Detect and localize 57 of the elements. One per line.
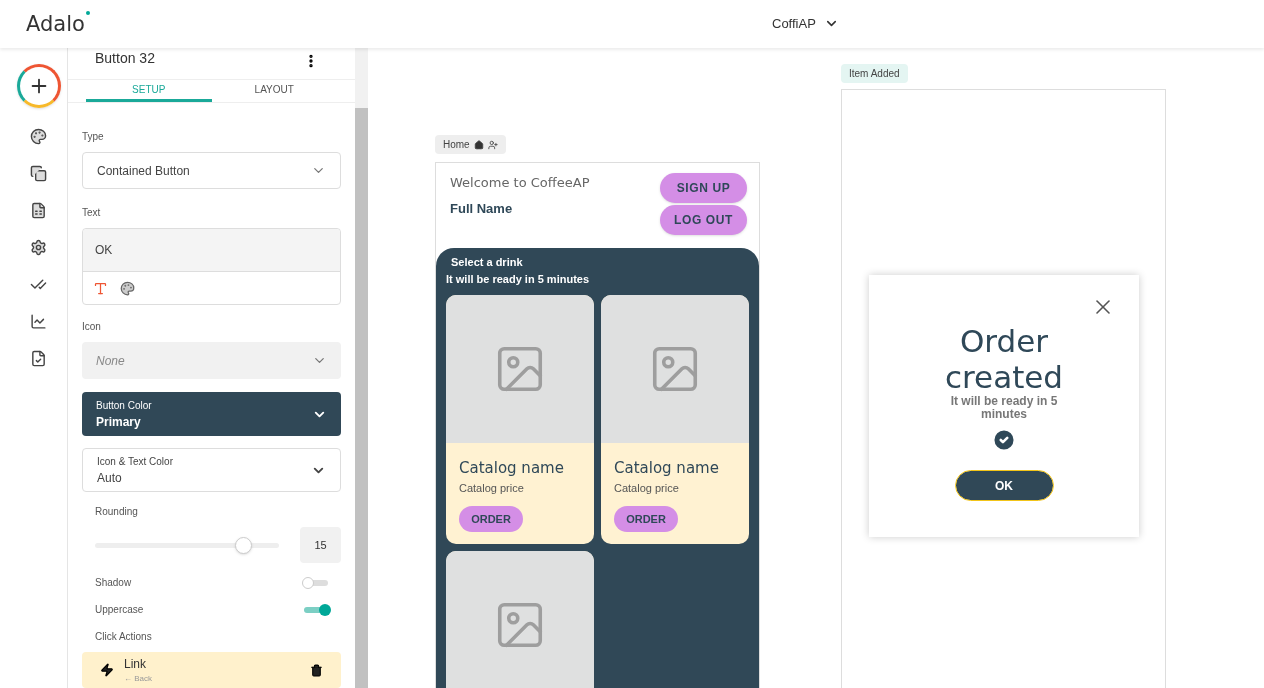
catalog-card[interactable]: Catalog name Catalog price ORDER — [601, 295, 749, 544]
rounding-slider[interactable] — [95, 536, 279, 554]
action-item[interactable]: Link ← Back — [82, 652, 341, 688]
component-name: Button 32 — [95, 49, 155, 68]
app-logo[interactable]: Adalo — [26, 9, 92, 39]
toggle-switch[interactable] — [304, 606, 328, 613]
field-label: Icon — [82, 320, 101, 334]
screen-label[interactable]: Home — [435, 135, 506, 154]
text-input[interactable]: OK — [83, 229, 340, 272]
order-button[interactable]: ORDER — [459, 506, 523, 532]
slider-thumb[interactable] — [235, 536, 253, 554]
database-icon[interactable] — [30, 202, 47, 219]
field-label: Text — [82, 206, 101, 220]
ok-button[interactable]: OK — [955, 471, 1053, 500]
text-color-dropdown[interactable]: Icon & Text Color Auto — [82, 448, 341, 492]
button-color-dropdown[interactable]: Button Color Primary — [82, 392, 341, 436]
catalog-name: Catalog name — [614, 458, 719, 479]
screens-icon[interactable] — [30, 165, 47, 182]
magic-text-icon[interactable] — [93, 280, 108, 296]
check-circle-icon — [991, 427, 1017, 453]
catalog-price: Catalog price — [459, 480, 524, 496]
section-subtitle: It will be ready in 5 minutes — [446, 271, 590, 287]
modal-message: It will be ready in 5 minutes — [949, 395, 1059, 421]
toggle-switch[interactable] — [304, 579, 328, 586]
full-name-text: Full Name — [450, 200, 513, 218]
home-icon — [473, 139, 484, 150]
panel-tab[interactable]: LAYOUT — [211, 80, 337, 102]
phone-button[interactable]: LOG OUT — [660, 205, 747, 235]
palette-icon[interactable] — [120, 280, 135, 296]
toggle-label: Shadow — [95, 576, 132, 590]
action-title: Link — [124, 656, 146, 673]
chart-icon[interactable] — [30, 313, 47, 330]
rounding-value[interactable]: 15 — [300, 527, 341, 563]
settings-icon[interactable] — [30, 239, 47, 256]
scrollbar[interactable] — [355, 48, 368, 688]
welcome-text: Welcome to CoffeeAP — [450, 174, 590, 192]
section-title: Select a drink — [451, 255, 523, 270]
modal-title: Order created — [943, 323, 1065, 395]
screen-label[interactable]: Item Added — [841, 64, 908, 83]
field-label: Rounding — [95, 505, 138, 519]
project-selector[interactable]: CoffiAP — [772, 14, 839, 34]
document-icon[interactable] — [30, 350, 47, 367]
order-button[interactable]: ORDER — [614, 506, 678, 532]
action-subtitle: ← Back — [124, 673, 152, 685]
user-icon — [487, 139, 498, 150]
catalog-card[interactable]: Catalog name Catalog price ORDER — [446, 295, 594, 544]
palette-icon[interactable] — [30, 128, 47, 145]
type-dropdown[interactable]: Contained Button — [82, 152, 341, 189]
catalog-name: Catalog name — [459, 458, 564, 479]
add-button[interactable] — [16, 64, 61, 108]
phone-button[interactable]: SIGN UP — [660, 173, 747, 203]
catalog-price: Catalog price — [614, 480, 679, 496]
toggle-label: Uppercase — [95, 603, 144, 617]
field-label: Type — [82, 130, 104, 144]
field-label: Click Actions — [95, 630, 152, 644]
delete-icon[interactable] — [310, 663, 323, 677]
lightning-icon — [100, 663, 114, 677]
